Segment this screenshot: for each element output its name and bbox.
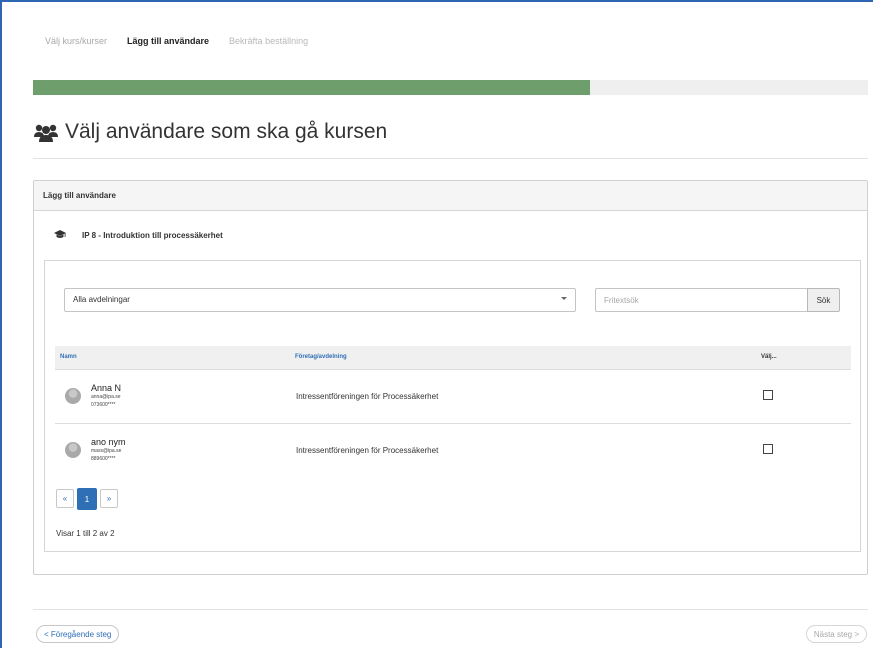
table-header-row: Namn Företag/avdelning Välj... xyxy=(55,346,851,369)
column-header-name[interactable]: Namn xyxy=(55,346,290,369)
wizard-progress-bar xyxy=(33,80,868,95)
pagination-prev-button[interactable]: « xyxy=(56,489,74,508)
user-email: mass@ipa.se xyxy=(91,448,122,455)
graduation-cap-icon xyxy=(54,230,66,241)
panel-heading: Lägg till användare xyxy=(34,181,867,211)
course-name: IP 8 - Introduktion till processäkerhet xyxy=(82,231,223,240)
user-company: Intressentföreningen för Processäkerhet xyxy=(290,368,756,423)
title-divider xyxy=(33,158,868,159)
add-users-panel: Lägg till användare IP 8 - Introduktion … xyxy=(33,180,868,575)
wizard-step-add-users: Lägg till användare xyxy=(127,36,210,46)
pagination-next-button[interactable]: » xyxy=(100,489,118,508)
wizard-progress-fill xyxy=(33,80,590,95)
footer-divider xyxy=(33,609,868,610)
pagination-summary: Visar 1 till 2 av 2 xyxy=(56,529,115,538)
page-title: Välj användare som ska gå kursen xyxy=(33,120,387,144)
select-user-checkbox[interactable] xyxy=(763,444,773,455)
pagination: « 1 » xyxy=(56,488,121,510)
previous-step-button[interactable]: < Föregående steg xyxy=(36,625,120,643)
select-user-checkbox[interactable] xyxy=(763,390,773,400)
wizard-step-confirm-order: Bekräfta beställning xyxy=(229,36,309,46)
course-row: IP 8 - Introduktion till processäkerhet xyxy=(54,230,223,241)
wizard-steps: Välj kurs/kurser Lägg till användare Bek… xyxy=(45,36,328,46)
users-table: Namn Företag/avdelning Välj... Anna N an… xyxy=(55,346,851,477)
search-input[interactable] xyxy=(595,288,807,312)
user-phone: 073600**** xyxy=(91,402,116,408)
user-company: Intressentföreningen för Processäkerhet xyxy=(290,422,756,477)
next-step-button[interactable]: Nästa steg > xyxy=(805,625,867,643)
column-header-select: Välj... xyxy=(761,354,777,361)
search-button[interactable]: Sök xyxy=(807,288,840,312)
user-name: ano nym xyxy=(91,437,126,448)
window-border-left xyxy=(0,0,2,648)
department-select-value: Alla avdelningar xyxy=(73,295,130,304)
table-row: Anna N anna@ipa.se 073600**** Intressent… xyxy=(55,368,851,423)
avatar xyxy=(65,442,81,459)
page-title-text: Välj användare som ska gå kursen xyxy=(65,120,388,143)
users-icon xyxy=(33,122,59,142)
user-cell: Anna N anna@ipa.se 073600**** xyxy=(55,383,290,409)
user-phone: 889600**** xyxy=(91,456,116,463)
avatar xyxy=(65,388,81,404)
user-email: anna@ipa.se xyxy=(91,394,121,400)
user-cell: ano nym mass@ipa.se 889600**** xyxy=(55,437,290,463)
user-list-panel: Alla avdelningar Sök Namn Företag/avdeln… xyxy=(44,260,861,552)
column-header-company[interactable]: Företag/avdelning xyxy=(290,346,756,369)
department-select[interactable]: Alla avdelningar xyxy=(64,288,576,312)
caret-down-icon xyxy=(561,297,567,300)
wizard-step-select-course[interactable]: Välj kurs/kurser xyxy=(45,36,107,46)
pagination-page-1[interactable]: 1 xyxy=(77,488,97,510)
table-row: ano nym mass@ipa.se 889600**** Intressen… xyxy=(55,422,851,477)
user-name: Anna N xyxy=(91,383,122,393)
window-border-top xyxy=(0,0,873,2)
